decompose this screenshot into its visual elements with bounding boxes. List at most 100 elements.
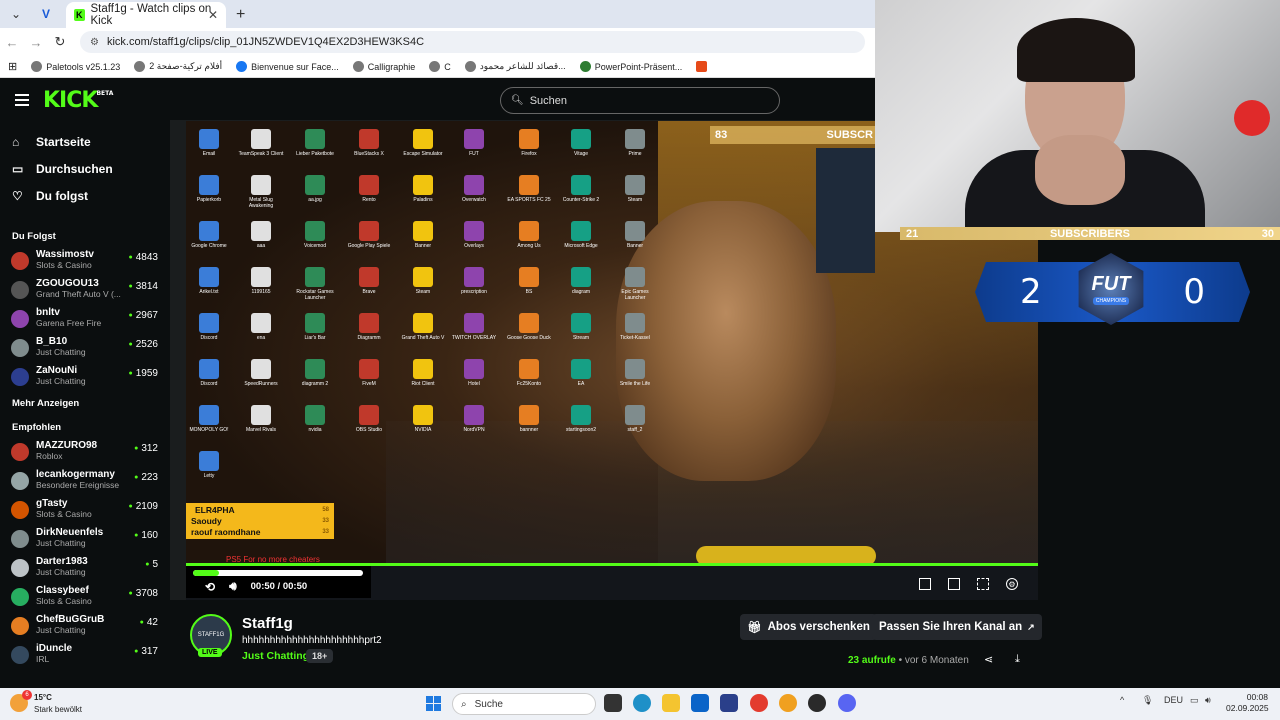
show-more-link[interactable]: Mehr Anzeigen [0, 398, 170, 409]
bookmark-calligraphie[interactable]: Calligraphie [352, 61, 415, 72]
microphone-icon[interactable]: 🎙︎ [1142, 695, 1153, 706]
sidebar-channel[interactable]: bnltvGarena Free Fire2967 [0, 305, 170, 334]
desktop-icon: diagram [558, 267, 604, 301]
weather-widget[interactable]: 6 15°C Stark bewölkt [10, 690, 100, 717]
sidebar-channel[interactable]: Darter1983Just Chatting5 [0, 554, 170, 583]
file-explorer-icon[interactable] [662, 694, 680, 712]
reload-icon[interactable]: ↻ [48, 34, 72, 50]
desktop-icon: NordVPN [451, 405, 497, 439]
edge-icon[interactable] [633, 694, 651, 712]
sidebar-channel[interactable]: DirkNeuenfelsJust Chatting160 [0, 525, 170, 554]
tab-title: Staff1g - Watch clips on Kick [90, 3, 212, 27]
download-icon[interactable]: ⤓ [1015, 653, 1020, 666]
replay-icon[interactable]: ⟲ [205, 580, 215, 594]
bookmark-poems[interactable]: قصائد للشاعر محمود... [464, 61, 566, 72]
tab-search-icon[interactable]: ⌄ [4, 2, 28, 26]
site-info-icon[interactable]: ⚙ [90, 37, 99, 48]
avatar [11, 501, 29, 519]
speaker-icon[interactable]: 🔊︎ [1205, 695, 1211, 706]
desktop-icon: Counter-Strike 2 [558, 175, 604, 209]
sidebar-nav-home[interactable]: ⌂ Startseite [0, 128, 170, 155]
desktop-icon: Paladins [400, 175, 446, 209]
desktop-icon: Banner [612, 221, 658, 255]
outlook-icon[interactable] [691, 694, 709, 712]
tray-chevron-icon[interactable]: ^ [1120, 695, 1124, 705]
theater-mode-icon[interactable] [919, 578, 931, 590]
avatar [11, 443, 29, 461]
app-icon [625, 405, 645, 425]
menu-icon[interactable] [15, 91, 29, 109]
bookmark-turkish-films[interactable]: أفلام تركية-صفحة 2 [134, 61, 222, 72]
search-input[interactable]: 🔍︎ Suchen [500, 87, 780, 114]
app-icon [464, 313, 484, 333]
app-icon [519, 175, 539, 195]
site-favicon-icon [464, 61, 476, 72]
desktop-icon: Letty [186, 451, 232, 485]
vivaldi-logo-icon[interactable]: V [34, 2, 58, 26]
discord-icon[interactable] [838, 694, 856, 712]
obs-icon[interactable] [808, 694, 826, 712]
sidebar-channel[interactable]: ChefBuGGruBJust Chatting42 [0, 612, 170, 641]
sidebar-channel[interactable]: B_B10Just Chatting2526 [0, 334, 170, 363]
active-tab[interactable]: K Staff1g - Watch clips on Kick ✕ [66, 2, 226, 28]
viewer-count: 317 [134, 646, 158, 657]
fullscreen-icon[interactable] [977, 578, 989, 590]
bookmark-paletools[interactable]: Paletools v25.1.23 [31, 61, 120, 72]
clip-title: hhhhhhhhhhhhhhhhhhhhhhprt2 [242, 635, 382, 646]
sidebar-channel[interactable]: MAZZURO98Roblox312 [0, 438, 170, 467]
gift-subs-button[interactable]: 🎁︎ Abos verschenken [740, 614, 877, 640]
heart-icon: ♡ [12, 188, 23, 203]
app-icon [519, 267, 539, 287]
app-icon [305, 359, 325, 379]
share-icon[interactable]: ⋖ [984, 653, 993, 666]
kick-logo[interactable]: KICK BETA [43, 88, 113, 113]
url-field[interactable]: ⚙ kick.com/staff1g/clips/clip_01JN5ZWDEV… [80, 31, 865, 53]
desktop-icon-label: Overwatch [462, 197, 486, 203]
language-indicator[interactable]: DEU [1164, 695, 1183, 705]
new-tab-icon[interactable]: + [236, 6, 245, 24]
clock[interactable]: 00:08 02.09.2025 [1226, 692, 1269, 714]
network-icon[interactable]: ▭ [1190, 695, 1199, 706]
desktop-icon: BlueStacks X [346, 129, 392, 163]
sidebar-channel[interactable]: ZaNouNiJust Chatting1959 [0, 363, 170, 392]
app-icon [305, 405, 325, 425]
chrome-icon[interactable] [750, 694, 768, 712]
streamer-webcam [875, 0, 1280, 232]
customize-channel-button[interactable]: Passen Sie Ihren Kanal an ↗ [872, 614, 1042, 640]
settings-icon[interactable]: ⚙ [1006, 578, 1018, 590]
viewer-count: 3814 [129, 281, 158, 292]
channel-category: Slots & Casino [36, 260, 92, 270]
task-view-icon[interactable] [604, 694, 622, 712]
sidebar-nav-following[interactable]: ♡ Du folgst [0, 182, 170, 209]
sidebar-channel[interactable]: WassimostvSlots & Casino4843 [0, 247, 170, 276]
sidebar-nav-browse[interactable]: ▭ Durchsuchen [0, 155, 170, 182]
apps-icon[interactable]: ⊞ [8, 60, 17, 73]
category-link[interactable]: Just Chatting [242, 650, 309, 662]
volume-icon[interactable]: 🔊︎ [229, 579, 237, 594]
sidebar-channel[interactable]: lecankogermanyBesondere Ereignisse223 [0, 467, 170, 496]
bookmark-extra[interactable] [696, 61, 711, 72]
store-icon[interactable] [720, 694, 738, 712]
bookmark-facebook[interactable]: Bienvenue sur Face... [236, 61, 339, 72]
streamer [965, 10, 1205, 232]
sidebar-channel[interactable]: ZGOUGOU13Grand Theft Auto V (...3814 [0, 276, 170, 305]
channel-name[interactable]: Staff1g [242, 615, 293, 632]
chrome-canary-icon[interactable] [779, 694, 797, 712]
back-icon[interactable]: ← [0, 35, 24, 50]
sidebar-channel[interactable]: gTastySlots & Casino2109 [0, 496, 170, 525]
forward-icon[interactable]: → [24, 35, 48, 50]
pip-icon[interactable] [948, 578, 960, 590]
desktop-icon-label: FUT [469, 151, 479, 157]
taskbar-search[interactable]: ⌕ Suche [452, 693, 596, 715]
tab-close-icon[interactable]: ✕ [208, 8, 218, 22]
sidebar-channel[interactable]: iDuncleIRL317 [0, 641, 170, 670]
bookmark-powerpoint[interactable]: PowerPoint-Präsent... [579, 61, 682, 72]
channel-category: Grand Theft Auto V (... [36, 289, 121, 299]
desktop-icon-label: aaa [256, 243, 266, 249]
seek-bar[interactable] [193, 570, 363, 576]
bookmark-c[interactable]: C [429, 61, 451, 72]
start-icon[interactable] [426, 696, 441, 711]
sidebar-channel[interactable]: ClassybeefSlots & Casino3708 [0, 583, 170, 612]
desktop-icon: Arikel.txt [186, 267, 232, 301]
desktop-icon: Vitage [558, 129, 604, 163]
